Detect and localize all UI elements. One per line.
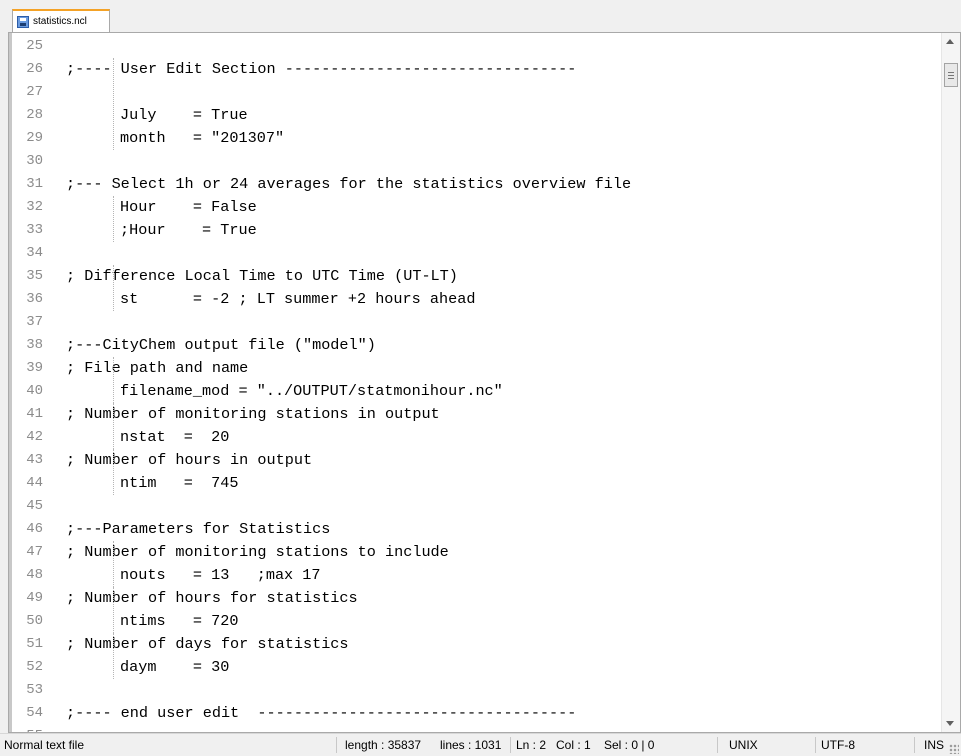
- code-line[interactable]: ; Number of hours in output: [66, 449, 312, 472]
- line-number: 28: [26, 107, 43, 123]
- line-number: 31: [26, 176, 43, 192]
- vertical-scrollbar[interactable]: [941, 33, 960, 732]
- status-insert-mode[interactable]: INS: [924, 734, 944, 756]
- code-line[interactable]: ; File path and name: [66, 357, 248, 380]
- code-line[interactable]: ;---Parameters for Statistics: [66, 518, 330, 541]
- code-line[interactable]: Hour = False: [120, 196, 257, 219]
- tab-label: statistics.ncl: [33, 16, 87, 27]
- code-line[interactable]: ntims = 720: [120, 610, 238, 633]
- line-number: 43: [26, 452, 43, 468]
- code-line[interactable]: nstat = 20: [120, 426, 229, 449]
- status-column: Col : 1: [556, 738, 591, 752]
- code-line[interactable]: daym = 30: [120, 656, 229, 679]
- indent-guide: [113, 633, 114, 679]
- line-number: 33: [26, 222, 43, 238]
- line-number: 54: [26, 705, 43, 721]
- indent-guide: [113, 357, 114, 403]
- status-length: length : 35837: [345, 738, 422, 752]
- code-line[interactable]: ;---CityChem output file ("model"): [66, 334, 376, 357]
- status-selection: Sel : 0 | 0: [604, 738, 655, 752]
- line-number: 39: [26, 360, 43, 376]
- tab-bar: statistics.ncl: [0, 0, 961, 33]
- line-number: 44: [26, 475, 43, 491]
- line-number: 34: [26, 245, 43, 261]
- code-line[interactable]: ; Number of monitoring stations in outpu…: [66, 403, 440, 426]
- code-line[interactable]: ntim = 745: [120, 472, 238, 495]
- line-number: 29: [26, 130, 43, 146]
- grip-line: [948, 75, 954, 76]
- status-encoding[interactable]: UTF-8: [821, 734, 855, 756]
- indent-guide: [113, 541, 114, 587]
- indent-guide: [113, 196, 114, 242]
- line-number: 26: [26, 61, 43, 77]
- line-number: 42: [26, 429, 43, 445]
- line-number: 27: [26, 84, 43, 100]
- scroll-down-arrow-icon[interactable]: [946, 721, 954, 726]
- save-disk-icon: [17, 15, 29, 28]
- line-number: 36: [26, 291, 43, 307]
- code-line[interactable]: ;--- Select 1h or 24 averages for the st…: [66, 173, 631, 196]
- indent-guide: [113, 449, 114, 495]
- indent-guide: [113, 587, 114, 633]
- status-separator: [815, 737, 816, 753]
- line-number: 49: [26, 590, 43, 606]
- scroll-thumb[interactable]: [944, 63, 958, 87]
- status-separator: [336, 737, 337, 753]
- code-line[interactable]: nouts = 13 ;max 17: [120, 564, 321, 587]
- indent-guide: [113, 58, 114, 150]
- line-number: 38: [26, 337, 43, 353]
- line-number: 46: [26, 521, 43, 537]
- status-lines: lines : 1031: [440, 738, 502, 752]
- code-line[interactable]: month = "201307": [120, 127, 284, 150]
- line-number: 51: [26, 636, 43, 652]
- grip-line: [948, 72, 954, 73]
- line-number: 41: [26, 406, 43, 422]
- code-line[interactable]: ; Number of days for statistics: [66, 633, 349, 656]
- scroll-up-arrow-icon[interactable]: [946, 39, 954, 44]
- code-line[interactable]: July = True: [120, 104, 248, 127]
- line-number: 37: [26, 314, 43, 330]
- grip-line: [948, 78, 954, 79]
- line-number: 40: [26, 383, 43, 399]
- tab-statistics-ncl[interactable]: statistics.ncl: [12, 9, 110, 32]
- status-separator: [717, 737, 718, 753]
- code-line[interactable]: ;---- end user edit --------------------…: [66, 702, 576, 725]
- line-number: 52: [26, 659, 43, 675]
- code-line[interactable]: ; Difference Local Time to UTC Time (UT-…: [66, 265, 458, 288]
- line-number: 48: [26, 567, 43, 583]
- editor-pane[interactable]: 25 26 27 28 29 30 31 32 33 34 35 36 37 38 39 40 41 42 43 44…: [8, 32, 961, 733]
- indent-guide: [113, 265, 114, 311]
- status-line: Ln : 2: [516, 738, 547, 752]
- code-line[interactable]: ; Number of hours for statistics: [66, 587, 358, 610]
- indent-guide: [113, 403, 114, 449]
- line-number: 53: [26, 682, 43, 698]
- code-line[interactable]: ; Number of monitoring stations to inclu…: [66, 541, 449, 564]
- line-number: 45: [26, 498, 43, 514]
- code-line[interactable]: ;---- User Edit Section ----------------…: [66, 58, 576, 81]
- line-number: 47: [26, 544, 43, 560]
- status-bar: Normal text file length : 35837 lines : …: [0, 733, 961, 756]
- status-file-type: Normal text file: [4, 738, 85, 752]
- code-line[interactable]: st = -2 ; LT summer +2 hours ahead: [120, 288, 475, 311]
- line-number: 25: [26, 38, 43, 54]
- line-number: 35: [26, 268, 43, 284]
- line-number: 55: [15, 725, 43, 732]
- code-line[interactable]: filename_mod = "../OUTPUT/statmonihour.n…: [120, 380, 503, 403]
- code-area[interactable]: ;---- User Edit Section ----------------…: [56, 33, 941, 732]
- line-number: 32: [26, 199, 43, 215]
- line-number: 30: [26, 153, 43, 169]
- status-eol[interactable]: UNIX: [729, 734, 758, 756]
- line-number: 50: [26, 613, 43, 629]
- status-separator: [510, 737, 511, 753]
- status-separator: [914, 737, 915, 753]
- resize-grip-icon[interactable]: [949, 744, 959, 754]
- code-line[interactable]: ;Hour = True: [120, 219, 257, 242]
- line-number-gutter[interactable]: 25 26 27 28 29 30 31 32 33 34 35 36 37 38 39 40 41 42 43 44…: [12, 33, 56, 732]
